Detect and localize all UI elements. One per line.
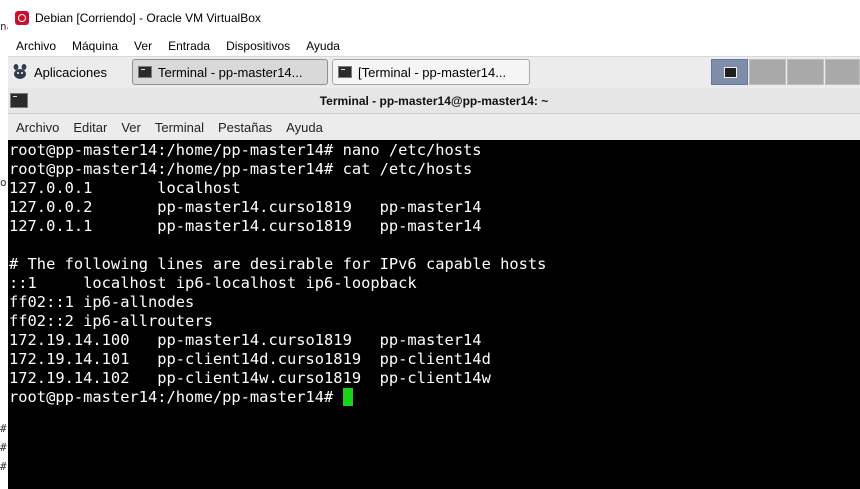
- xfce-mouse-icon: [13, 64, 27, 79]
- terminal-menu-archivo[interactable]: Archivo: [16, 120, 59, 135]
- menu-ver[interactable]: Ver: [134, 39, 152, 53]
- terminal-menu-terminal[interactable]: Terminal: [155, 120, 204, 135]
- host-desktop-edge: na or # # #: [0, 0, 13, 489]
- terminal-line: root@pp-master14:/home/pp-master14# cat …: [9, 160, 473, 178]
- workspace-3[interactable]: [787, 59, 824, 85]
- virtualbox-app-icon: [15, 11, 29, 25]
- workspace-window-thumbnail: [724, 67, 737, 78]
- menu-archivo[interactable]: Archivo: [16, 39, 56, 53]
- workspace-2[interactable]: [749, 59, 786, 85]
- taskbar-item-label: Terminal - pp-master14...: [158, 64, 303, 80]
- terminal-icon: [138, 66, 152, 78]
- window-title: Debian [Corriendo] - Oracle VM VirtualBo…: [35, 11, 261, 25]
- terminal-line: root@pp-master14:/home/pp-master14# nano…: [9, 141, 482, 159]
- terminal-line: ff02::2 ip6-allrouters: [9, 312, 213, 330]
- desktop-edge-text: #: [0, 460, 7, 473]
- applications-menu-button[interactable]: Aplicaciones: [10, 60, 107, 84]
- menu-dispositivos[interactable]: Dispositivos: [226, 39, 290, 53]
- virtualbox-menubar: Archivo Máquina Ver Entrada Dispositivos…: [8, 36, 860, 56]
- terminal-prompt: root@pp-master14:/home/pp-master14#: [9, 388, 343, 406]
- terminal-line: ::1 localhost ip6-localhost ip6-loopback: [9, 274, 417, 292]
- virtualbox-titlebar: Debian [Corriendo] - Oracle VM VirtualBo…: [8, 0, 860, 36]
- menu-maquina[interactable]: Máquina: [72, 39, 118, 53]
- guest-panel: Aplicaciones Terminal - pp-master14... […: [8, 56, 860, 89]
- terminal-menu-editar[interactable]: Editar: [73, 120, 107, 135]
- terminal-line: 127.0.0.1 localhost: [9, 179, 241, 197]
- taskbar-item-terminal-1[interactable]: Terminal - pp-master14...: [132, 59, 328, 85]
- menu-ayuda[interactable]: Ayuda: [306, 39, 340, 53]
- terminal-line: 172.19.14.102 pp-client14w.curso1819 pp-…: [9, 369, 491, 387]
- workspace-4[interactable]: [825, 59, 860, 85]
- terminal-line: 127.0.0.2 pp-master14.curso1819 pp-maste…: [9, 198, 482, 216]
- terminal-menu-pestanas[interactable]: Pestañas: [218, 120, 272, 135]
- workspace-1[interactable]: [711, 59, 748, 85]
- terminal-titlebar: Terminal - pp-master14@pp-master14: ~: [8, 88, 860, 114]
- virtualbox-window: Debian [Corriendo] - Oracle VM VirtualBo…: [8, 0, 860, 489]
- applications-label: Aplicaciones: [34, 64, 107, 80]
- taskbar-item-label: [Terminal - pp-master14...: [358, 64, 507, 80]
- terminal-line: # The following lines are desirable for …: [9, 255, 547, 273]
- terminal-menubar: Archivo Editar Ver Terminal Pestañas Ayu…: [8, 114, 860, 140]
- terminal-line: ff02::1 ip6-allnodes: [9, 293, 195, 311]
- terminal-line: 172.19.14.100 pp-master14.curso1819 pp-m…: [9, 331, 482, 349]
- taskbar-item-terminal-2[interactable]: [Terminal - pp-master14...: [332, 59, 530, 85]
- text-cursor: [342, 388, 353, 406]
- terminal-title: Terminal - pp-master14@pp-master14: ~: [319, 94, 549, 108]
- terminal-menu-ver[interactable]: Ver: [121, 120, 141, 135]
- terminal-prompt-line: root@pp-master14:/home/pp-master14#: [9, 388, 860, 407]
- desktop-edge-text: #: [0, 422, 7, 435]
- menu-entrada[interactable]: Entrada: [168, 39, 210, 53]
- terminal-line: 127.0.1.1 pp-master14.curso1819 pp-maste…: [9, 217, 482, 235]
- terminal-output[interactable]: root@pp-master14:/home/pp-master14# nano…: [8, 140, 860, 489]
- terminal-icon: [338, 66, 352, 78]
- terminal-menu-ayuda[interactable]: Ayuda: [286, 120, 323, 135]
- terminal-line: 172.19.14.101 pp-client14d.curso1819 pp-…: [9, 350, 491, 368]
- desktop-edge-text: #: [0, 441, 7, 454]
